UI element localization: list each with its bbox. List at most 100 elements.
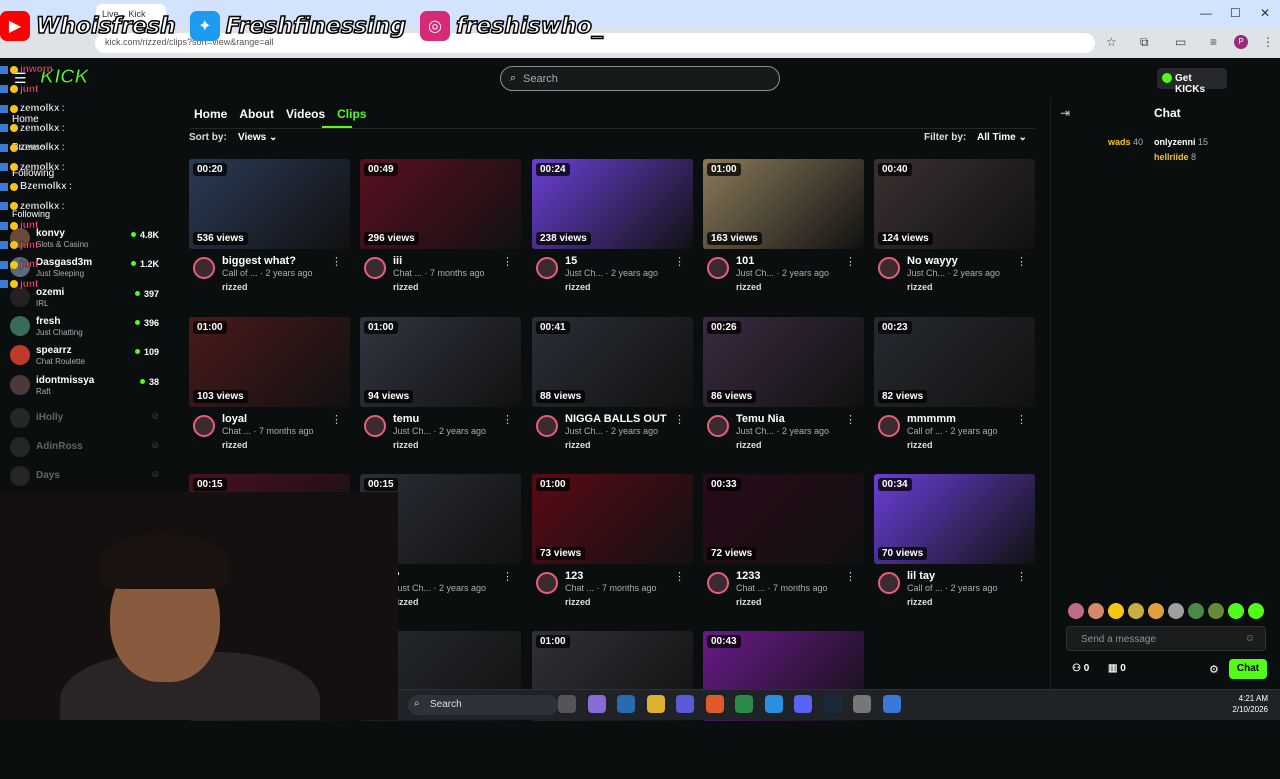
clip-title[interactable]: 1233 [736, 570, 846, 582]
emote-icon[interactable] [1228, 603, 1244, 619]
emote-icon[interactable] [1128, 603, 1144, 619]
clip-title[interactable]: Temu Nia [736, 413, 846, 425]
clip-thumbnail[interactable]: 00:26 86 views [703, 317, 864, 407]
clip-channel[interactable]: rizzed [907, 282, 933, 292]
more-options-icon[interactable]: ⋮ [502, 413, 513, 426]
clip-thumbnail[interactable]: 00:41 88 views [532, 317, 693, 407]
clip-card[interactable]: 00:41 88 views NIGGA BALLS OUT Just Ch...… [532, 317, 693, 465]
bookmark-star-icon[interactable]: ☆ [1106, 35, 1117, 49]
clip-card[interactable]: 00:40 124 views No wayyy Just Ch... · 2 y… [874, 159, 1035, 307]
clip-thumbnail[interactable]: 00:49 296 views [360, 159, 521, 249]
chat-settings-icon[interactable]: ⚙ [1209, 663, 1219, 676]
clip-card[interactable]: 00:49 296 views iii Chat ... · 7 months a… [360, 159, 521, 307]
more-options-icon[interactable]: ⋮ [331, 255, 342, 268]
clip-card[interactable]: 00:33 72 views 1233 Chat ... · 7 months a… [703, 474, 864, 622]
tab-clips[interactable]: Clips [337, 107, 366, 121]
tab-about[interactable]: About [239, 107, 274, 121]
chat-message-input[interactable]: Send a message ☺ [1066, 626, 1266, 651]
clip-channel[interactable]: rizzed [736, 282, 762, 292]
clip-card[interactable]: 00:24 238 views 15 Just Ch... · 2 years a… [532, 159, 693, 307]
clip-thumbnail[interactable]: 01:00 163 views [703, 159, 864, 249]
brave-icon[interactable] [705, 695, 724, 713]
clip-card[interactable]: 00:34 70 views lil tay Call of ... · 2 ye… [874, 474, 1035, 622]
channel-avatar[interactable] [707, 572, 729, 594]
clip-channel[interactable]: rizzed [565, 440, 591, 450]
emote-icon[interactable] [1248, 603, 1264, 619]
emote-icon[interactable] [1108, 603, 1124, 619]
emote-icon[interactable] [1188, 603, 1204, 619]
profile-avatar[interactable]: P [1234, 35, 1248, 49]
emote-icon[interactable] [1208, 603, 1224, 619]
clip-thumbnail[interactable]: 00:34 70 views [874, 474, 1035, 564]
clip-title[interactable]: 123 [565, 570, 675, 582]
clip-channel[interactable]: rizzed [222, 282, 248, 292]
copilot-icon[interactable] [587, 695, 606, 713]
clip-card[interactable]: 01:00 94 views temu Just Ch... · 2 years … [360, 317, 521, 465]
channel-avatar[interactable] [878, 257, 900, 279]
chat-points-stat[interactable]: ⚇ 0 [1072, 663, 1089, 674]
clip-channel[interactable]: rizzed [565, 597, 591, 607]
clip-title[interactable]: mmmmm [907, 413, 1017, 425]
chat-store-stat[interactable]: ▥ 0 [1108, 663, 1126, 674]
top-gifter[interactable]: hellriide 8 [1154, 152, 1196, 162]
emote-icon[interactable] [1088, 603, 1104, 619]
clip-thumbnail[interactable]: 01:00 94 views [360, 317, 521, 407]
clip-channel[interactable]: rizzed [222, 440, 248, 450]
more-options-icon[interactable]: ⋮ [502, 255, 513, 268]
discord-icon[interactable] [794, 695, 812, 713]
clip-channel[interactable]: rizzed [393, 282, 419, 292]
clip-title[interactable]: lil tay [907, 570, 1017, 582]
top-gifter[interactable]: wads 40 [1108, 137, 1143, 147]
channel-avatar[interactable] [364, 415, 386, 437]
settings-icon[interactable] [853, 695, 871, 713]
emote-icon[interactable] [1168, 603, 1184, 619]
channel-avatar[interactable] [707, 415, 729, 437]
clip-title[interactable]: loyal [222, 413, 332, 425]
clip-thumbnail[interactable]: 00:24 238 views [532, 159, 693, 249]
clip-thumbnail[interactable]: 00:40 124 views [874, 159, 1035, 249]
clip-card[interactable]: 01:00 73 views 123 Chat ... · 7 months ag… [532, 474, 693, 622]
sidebar-channel-spearrz[interactable]: spearrz Chat Roulette 109 [10, 343, 165, 369]
app-icon[interactable] [735, 695, 753, 713]
steam-icon[interactable] [823, 695, 842, 713]
get-kicks-button[interactable]: Get KICKs [1157, 68, 1227, 95]
browser-menu-icon[interactable]: ⋮ [1262, 35, 1274, 49]
more-options-icon[interactable]: ⋮ [674, 413, 685, 426]
channel-avatar[interactable] [536, 257, 558, 279]
clip-thumbnail[interactable]: 00:23 82 views [874, 317, 1035, 407]
tab-home[interactable]: Home [194, 107, 227, 121]
send-chat-button[interactable]: Chat [1229, 659, 1267, 679]
more-options-icon[interactable]: ⋮ [1016, 255, 1027, 268]
clip-channel[interactable]: rizzed [736, 597, 762, 607]
channel-avatar[interactable] [364, 257, 386, 279]
sidebar-channel-fresh[interactable]: fresh Just Chatting 396 [10, 314, 165, 340]
clip-title[interactable]: ? [393, 570, 503, 582]
teams-icon[interactable] [676, 695, 694, 713]
more-options-icon[interactable]: ⋮ [674, 255, 685, 268]
clip-title[interactable]: NIGGA BALLS OUT [565, 413, 675, 425]
more-options-icon[interactable]: ⋮ [502, 570, 513, 583]
channel-avatar[interactable] [878, 415, 900, 437]
more-options-icon[interactable]: ⋮ [845, 413, 856, 426]
app2-icon[interactable] [882, 695, 901, 713]
clip-title[interactable]: iii [393, 255, 503, 267]
sidebar-channel-iholly[interactable]: iHolly ⊘ [10, 406, 165, 432]
sidebar-channel-days[interactable]: Days ⊘ [10, 464, 165, 490]
task-view-icon[interactable] [558, 695, 576, 713]
sort-dropdown[interactable]: Views ⌄ [238, 132, 277, 143]
emote-icon[interactable] [1068, 603, 1084, 619]
channel-avatar[interactable] [536, 415, 558, 437]
search-input[interactable]: ⌕ Search [500, 66, 780, 91]
tab-videos[interactable]: Videos [286, 107, 325, 121]
channel-avatar[interactable] [193, 415, 215, 437]
clip-channel[interactable]: rizzed [565, 282, 591, 292]
more-options-icon[interactable]: ⋮ [1016, 413, 1027, 426]
extensions-icon[interactable]: ⧉ [1140, 35, 1149, 50]
channel-avatar[interactable] [707, 257, 729, 279]
clip-card[interactable]: 00:26 86 views Temu Nia Just Ch... · 2 ye… [703, 317, 864, 465]
channel-avatar[interactable] [193, 257, 215, 279]
close-icon[interactable]: ✕ [1260, 6, 1270, 20]
clip-card[interactable]: 00:20 536 views biggest what? Call of ...… [189, 159, 350, 307]
more-options-icon[interactable]: ⋮ [331, 413, 342, 426]
clip-channel[interactable]: rizzed [736, 440, 762, 450]
